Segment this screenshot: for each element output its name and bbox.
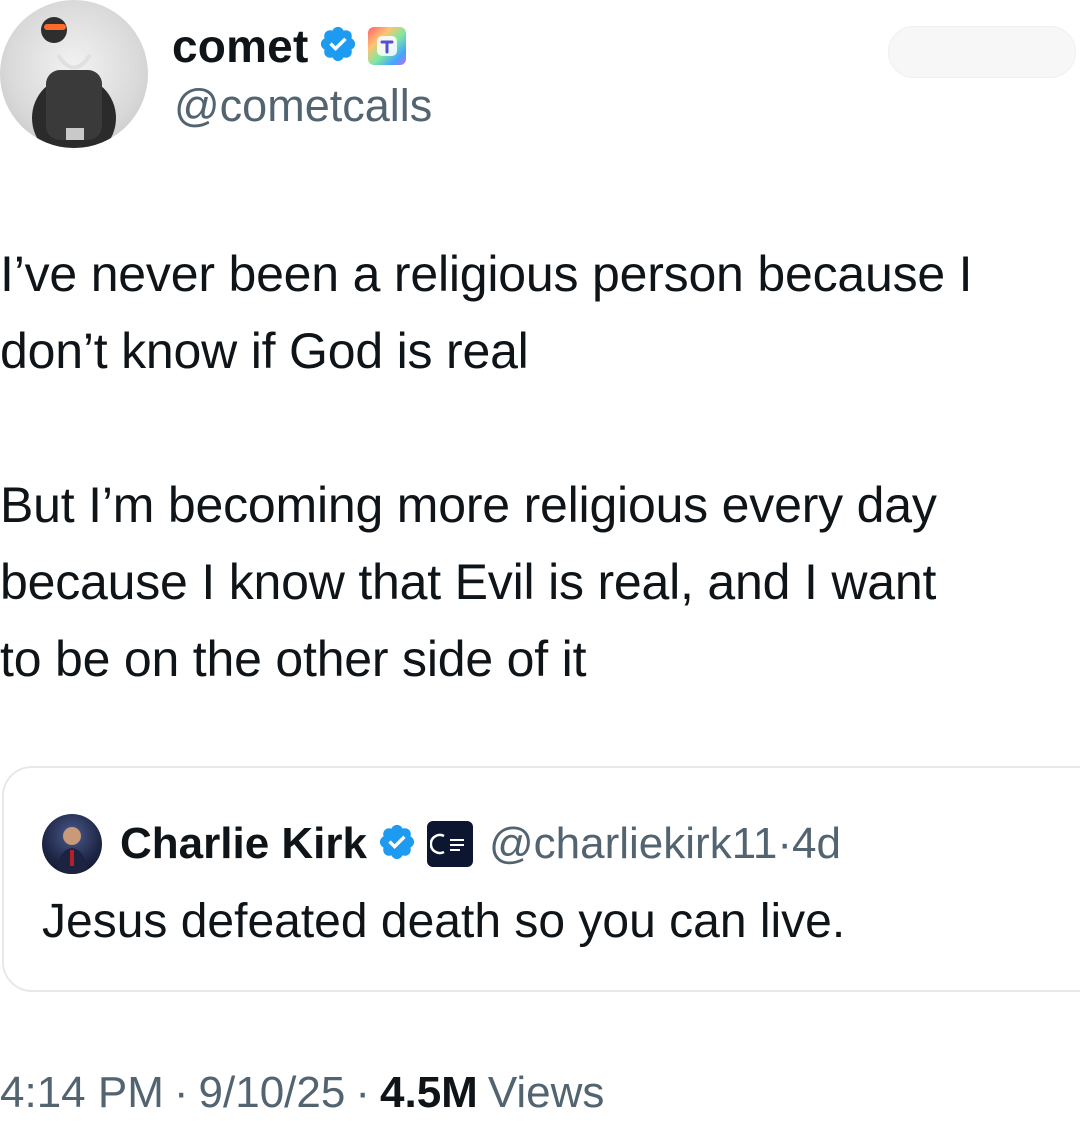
quoted-author-handle[interactable]: @charliekirk11·4d (489, 819, 841, 869)
views-label: Views (487, 1068, 605, 1117)
tweet-paragraph-1: I’ve never been a religious person becau… (0, 246, 973, 379)
author-name-row: comet (172, 18, 407, 74)
avatar-figure-icon (32, 17, 116, 148)
author-avatar[interactable] (0, 0, 148, 148)
author-handle[interactable]: @cometcalls (174, 80, 432, 132)
affiliate-badge-icon[interactable] (368, 27, 407, 65)
meta-separator: · (173, 1068, 189, 1117)
verified-badge-icon[interactable] (318, 24, 358, 69)
quoted-age: 4d (792, 819, 841, 868)
quoted-author-name[interactable]: Charlie Kirk (120, 819, 367, 869)
avatar-person-icon (56, 827, 88, 874)
quoted-separator: · (777, 819, 793, 868)
tweet-time[interactable]: 4:14 PM (0, 1068, 164, 1118)
follow-button[interactable] (888, 26, 1076, 78)
org-badge-icon[interactable] (426, 821, 473, 867)
author-name[interactable]: comet (172, 19, 308, 73)
views-count[interactable]: 4.5M (380, 1068, 478, 1118)
quoted-tweet-card[interactable]: Charlie Kirk @charliekirk11·4d Jesus def… (2, 766, 1080, 992)
tweet-meta-row: 4:14 PM · 9/10/25 · 4.5M Views (0, 1068, 604, 1118)
tweet-paragraph-2: But I’m becoming more religious every da… (0, 477, 937, 687)
tweet-date[interactable]: 9/10/25 (199, 1068, 346, 1118)
quoted-tweet-header: Charlie Kirk @charliekirk11·4d (42, 812, 841, 876)
quoted-handle-text: @charliekirk11 (488, 819, 778, 868)
verified-badge-icon[interactable] (377, 822, 417, 867)
quoted-author-avatar[interactable] (42, 814, 102, 874)
tweet-text: I’ve never been a religious person becau… (0, 236, 1080, 698)
meta-separator: · (355, 1068, 370, 1117)
quoted-tweet-text: Jesus defeated death so you can live. (42, 895, 846, 948)
